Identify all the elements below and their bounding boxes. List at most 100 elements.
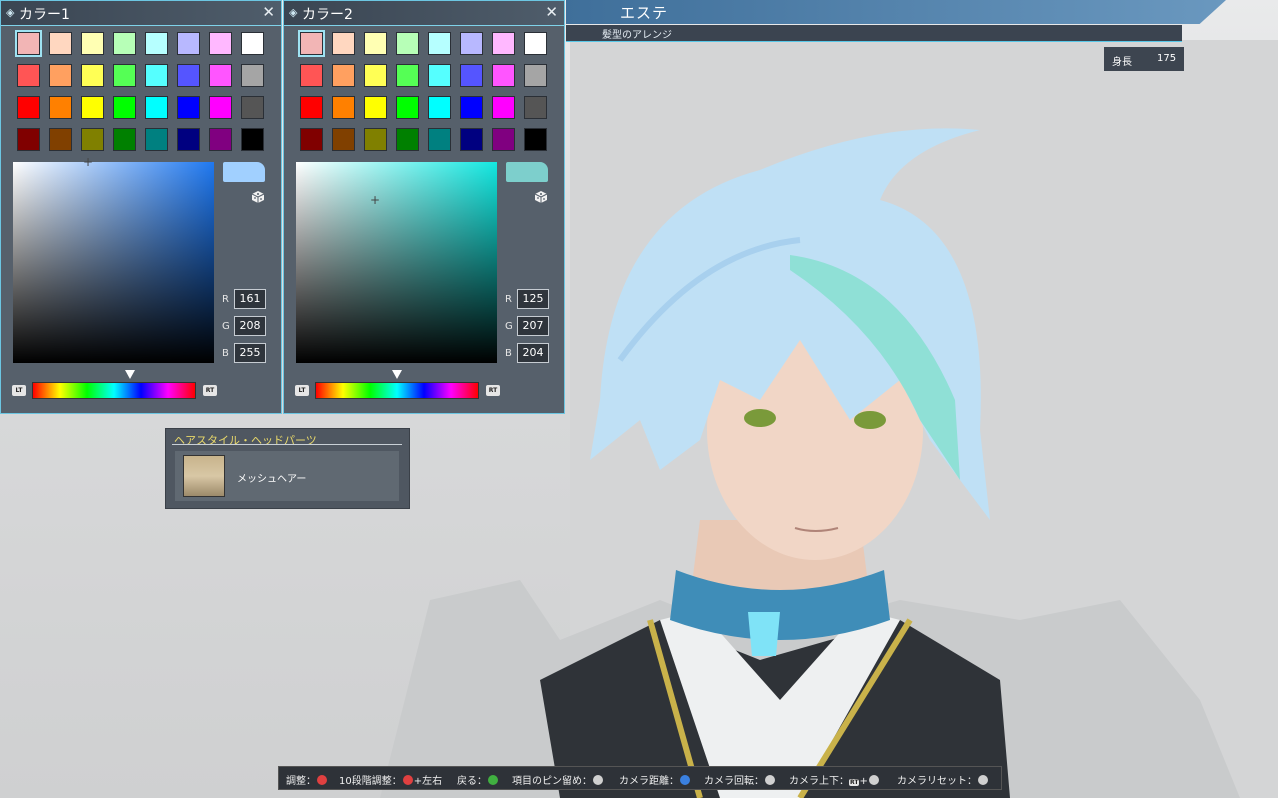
divider bbox=[172, 444, 402, 445]
color-swatch[interactable] bbox=[524, 128, 547, 151]
hairstyle-title: ヘアスタイル・ヘッドパーツ bbox=[174, 434, 317, 447]
color-swatch[interactable] bbox=[241, 32, 264, 55]
panel-title: カラー1 bbox=[19, 7, 70, 23]
channel-value-g[interactable]: 207 bbox=[517, 316, 549, 336]
color-swatch[interactable] bbox=[492, 96, 515, 119]
channel-value-r[interactable]: 125 bbox=[517, 289, 549, 309]
channel-label-g: G bbox=[222, 321, 230, 332]
close-icon[interactable]: ✕ bbox=[262, 3, 275, 21]
color-swatch[interactable] bbox=[332, 96, 355, 119]
color-swatch[interactable] bbox=[298, 30, 325, 57]
color-swatch[interactable] bbox=[460, 128, 483, 151]
close-icon[interactable]: ✕ bbox=[545, 3, 558, 21]
color-picker-area[interactable]: + bbox=[13, 156, 214, 363]
random-dice-icon[interactable] bbox=[251, 189, 265, 203]
controller-button-icon bbox=[680, 775, 690, 785]
color-swatch[interactable] bbox=[460, 96, 483, 119]
color-swatch[interactable] bbox=[396, 64, 419, 87]
color-swatch[interactable] bbox=[145, 32, 168, 55]
color-swatch[interactable] bbox=[428, 32, 451, 55]
color-swatch[interactable] bbox=[428, 128, 451, 151]
color-swatch[interactable] bbox=[492, 32, 515, 55]
color-swatch[interactable] bbox=[364, 32, 387, 55]
color-swatch[interactable] bbox=[177, 96, 200, 119]
color-swatch[interactable] bbox=[49, 32, 72, 55]
hue-slider-handle[interactable] bbox=[392, 370, 402, 379]
color-swatch[interactable] bbox=[364, 96, 387, 119]
color-swatch[interactable] bbox=[17, 96, 40, 119]
color-swatch[interactable] bbox=[177, 32, 200, 55]
color-swatch[interactable] bbox=[396, 128, 419, 151]
color-swatch[interactable] bbox=[81, 128, 104, 151]
controller-button-icon bbox=[488, 775, 498, 785]
color-swatch[interactable] bbox=[145, 64, 168, 87]
page-title: エステ bbox=[620, 4, 669, 22]
color-swatch[interactable] bbox=[81, 64, 104, 87]
color-swatch[interactable] bbox=[177, 64, 200, 87]
color-swatch[interactable] bbox=[209, 96, 232, 119]
channel-label-b: B bbox=[505, 348, 512, 359]
color-swatch[interactable] bbox=[364, 128, 387, 151]
color-swatch[interactable] bbox=[460, 64, 483, 87]
color-swatch[interactable] bbox=[524, 64, 547, 87]
color-swatch[interactable] bbox=[332, 64, 355, 87]
color-swatch[interactable] bbox=[113, 96, 136, 119]
color-swatch[interactable] bbox=[209, 64, 232, 87]
color-swatch[interactable] bbox=[81, 96, 104, 119]
color-swatch[interactable] bbox=[524, 96, 547, 119]
color-swatch[interactable] bbox=[177, 128, 200, 151]
color-swatch[interactable] bbox=[113, 128, 136, 151]
hue-slider-handle[interactable] bbox=[125, 370, 136, 379]
control-hint-label: 項目のピン留め： bbox=[512, 776, 592, 787]
color-swatch[interactable] bbox=[209, 128, 232, 151]
color2-panel: ◈ カラー2 ✕ + R 125 G 207 B 204 LT RT bbox=[283, 0, 565, 414]
color-swatch[interactable] bbox=[300, 64, 323, 87]
channel-value-b[interactable]: 204 bbox=[517, 343, 549, 363]
color-swatch[interactable] bbox=[492, 128, 515, 151]
color-swatch[interactable] bbox=[428, 96, 451, 119]
channel-value-g[interactable]: 208 bbox=[234, 316, 266, 336]
color-swatch[interactable] bbox=[460, 32, 483, 55]
color-swatch[interactable] bbox=[300, 128, 323, 151]
color-swatch[interactable] bbox=[332, 32, 355, 55]
color-picker-area[interactable]: + bbox=[296, 162, 497, 363]
color-swatch[interactable] bbox=[113, 32, 136, 55]
color-swatch[interactable] bbox=[241, 64, 264, 87]
color-swatch[interactable] bbox=[241, 128, 264, 151]
color-swatch[interactable] bbox=[17, 64, 40, 87]
selected-color-preview bbox=[506, 162, 548, 182]
channel-label-g: G bbox=[505, 321, 513, 332]
color-swatch[interactable] bbox=[49, 96, 72, 119]
hairstyle-thumbnail bbox=[183, 455, 225, 497]
color-swatch[interactable] bbox=[15, 30, 42, 57]
sparkle-icon: ◈ bbox=[289, 6, 298, 19]
hue-slider[interactable] bbox=[32, 382, 196, 399]
color-swatch[interactable] bbox=[145, 96, 168, 119]
channel-value-b[interactable]: 255 bbox=[234, 343, 266, 363]
color-swatch[interactable] bbox=[209, 32, 232, 55]
control-hint-label: カメラリセット： bbox=[897, 776, 977, 787]
random-dice-icon[interactable] bbox=[534, 189, 548, 203]
controller-button-icon bbox=[317, 775, 327, 785]
control-hint: カメラ距離： bbox=[619, 772, 691, 787]
color-swatch[interactable] bbox=[49, 64, 72, 87]
color-swatch[interactable] bbox=[332, 128, 355, 151]
lt-button-icon: LT bbox=[12, 385, 26, 396]
control-hint: 調整： bbox=[286, 772, 328, 787]
color-swatch[interactable] bbox=[300, 96, 323, 119]
channel-value-r[interactable]: 161 bbox=[234, 289, 266, 309]
color-swatch[interactable] bbox=[81, 32, 104, 55]
color-swatch[interactable] bbox=[396, 32, 419, 55]
color-swatch[interactable] bbox=[364, 64, 387, 87]
color-swatch[interactable] bbox=[241, 96, 264, 119]
color-swatch[interactable] bbox=[524, 32, 547, 55]
color-swatch[interactable] bbox=[492, 64, 515, 87]
color-swatch[interactable] bbox=[113, 64, 136, 87]
sparkle-icon: ◈ bbox=[6, 6, 15, 19]
color-swatch[interactable] bbox=[428, 64, 451, 87]
color-swatch[interactable] bbox=[396, 96, 419, 119]
color-swatch[interactable] bbox=[17, 128, 40, 151]
color-swatch[interactable] bbox=[49, 128, 72, 151]
color-swatch[interactable] bbox=[145, 128, 168, 151]
hue-slider[interactable] bbox=[315, 382, 479, 399]
